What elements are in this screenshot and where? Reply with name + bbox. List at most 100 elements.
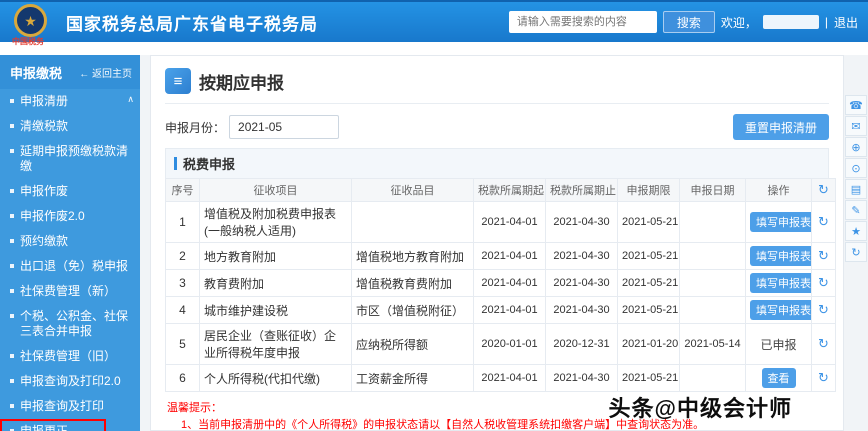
back-home-link[interactable]: ← 返回主页 — [79, 65, 132, 80]
dock-icon-4[interactable]: ⊙ — [845, 158, 867, 178]
bullet-icon — [10, 124, 14, 128]
cell-period-start: 2021-04-01 — [473, 269, 546, 297]
cell-item: 应纳税所得额 — [351, 323, 474, 365]
sidebar-item[interactable]: 个税、公积金、社保三表合并申报 — [0, 304, 140, 344]
refresh-icon[interactable]: ↻ — [818, 336, 829, 351]
cell-period-start: 2021-04-01 — [473, 201, 546, 243]
dock-icon-glyph: ✎ — [851, 204, 861, 217]
header-right: 搜索 欢迎， | 退出 — [508, 11, 858, 33]
cell-seq: 3 — [165, 269, 200, 297]
table-row: 4 城市维护建设税 市区（增值税附征） 2021-04-01 2021-04-3… — [165, 296, 836, 324]
bullet-icon — [10, 289, 14, 293]
dock-icon-1[interactable]: ☎ — [845, 95, 867, 115]
dock-icon-glyph: ⊙ — [851, 162, 861, 175]
sidebar-item-declaration-correction[interactable]: 申报更正 — [0, 419, 106, 431]
table-row: 6 个人所得税(代扣代缴) 工资薪金所得 2021-04-01 2021-04-… — [165, 364, 836, 392]
dock-icon-5[interactable]: ▤ — [845, 179, 867, 199]
sidebar-item[interactable]: 预约缴款 — [0, 229, 140, 254]
month-input[interactable] — [229, 115, 340, 139]
cell-project: 增值税及附加税费申报表(一般纳税人适用) — [199, 201, 352, 243]
fill-declaration-button[interactable]: 填写申报表 — [750, 273, 811, 293]
sidebar-item-label: 清缴税款 — [20, 119, 69, 133]
sidebar-item[interactable]: 申报查询及打印 — [0, 394, 140, 419]
col-item: 征收品目 — [351, 178, 474, 202]
refresh-icon[interactable]: ↻ — [818, 214, 829, 229]
fill-declaration-button[interactable]: 填写申报表 — [750, 212, 811, 232]
tax-declaration-table: 序号 征收项目 征收品目 税款所属期起 税款所属期止 申报期限 申报日期 操作 … — [165, 178, 836, 392]
watermark-text: 头条@中级会计师 — [608, 396, 792, 421]
col-declare-date: 申报日期 — [679, 178, 746, 202]
sidebar-title: 申报缴税 — [10, 66, 63, 81]
welcome-label: 欢迎， — [720, 15, 757, 30]
col-project: 征收项目 — [199, 178, 352, 202]
sidebar-item-label: 申报查询及打印 — [20, 399, 105, 413]
tax-section-header: 税费申报 — [165, 148, 829, 178]
sidebar-item[interactable]: 申报清册 ∧ — [0, 89, 140, 114]
logo-area: ★ 中国税务 — [10, 1, 56, 46]
back-home-label: 返回主页 — [92, 69, 132, 80]
sidebar-item[interactable]: 社保费管理（新） — [0, 279, 140, 304]
search-button[interactable]: 搜索 — [662, 11, 715, 33]
cell-project: 个人所得税(代扣代缴) — [199, 364, 352, 392]
col-period-end: 税款所属期止 — [545, 178, 618, 202]
cell-item: 增值税地方教育附加 — [351, 242, 474, 270]
view-button[interactable]: 查看 — [761, 368, 796, 388]
cell-project: 城市维护建设税 — [199, 296, 352, 324]
refresh-icon[interactable]: ↻ — [818, 302, 829, 317]
search-input[interactable] — [508, 11, 657, 33]
report-icon: ≡ — [165, 68, 191, 94]
sidebar-item-label: 申报查询及打印2.0 — [20, 374, 121, 388]
month-label: 申报月份： — [165, 120, 226, 135]
col-period-start: 税款所属期起 — [473, 178, 546, 202]
logout-link[interactable]: 退出 — [834, 14, 858, 31]
cell-period-end: 2021-04-30 — [545, 201, 618, 243]
cell-declare-date — [679, 201, 746, 243]
sidebar-item-label: 个税、公积金、社保三表合并申报 — [20, 309, 129, 338]
sidebar-item-label: 申报清册 — [20, 94, 69, 108]
redacted-username — [762, 15, 819, 29]
cell-period-start: 2021-04-01 — [473, 242, 546, 270]
cell-declare-date — [679, 296, 746, 324]
refresh-icon[interactable]: ↻ — [818, 248, 829, 263]
sidebar-item[interactable]: 申报作废2.0 — [0, 204, 140, 229]
sidebar-item-label: 申报作废 — [20, 184, 69, 198]
bullet-icon — [10, 379, 14, 383]
fill-declaration-button[interactable]: 填写申报表 — [750, 300, 811, 320]
dock-icon-8[interactable]: ↻ — [845, 242, 867, 262]
sidebar-item[interactable]: 申报查询及打印2.0 — [0, 369, 140, 394]
logo-caption: 中国税务 — [12, 37, 44, 46]
dock-icon-2[interactable]: ✉ — [845, 116, 867, 136]
cell-period-end: 2021-04-30 — [545, 364, 618, 392]
sidebar-item[interactable]: 出口退（免）税申报 — [0, 254, 140, 279]
sidebar-item-label: 申报作废2.0 — [20, 209, 85, 223]
dock-icon-3[interactable]: ⊕ — [845, 137, 867, 157]
dock-icon-glyph: ↻ — [851, 246, 861, 259]
cell-period-end: 2020-12-31 — [545, 323, 618, 365]
sidebar-item[interactable]: 申报作废 — [0, 179, 140, 204]
cell-declare-date — [679, 242, 746, 270]
top-header: ★ 中国税务 国家税务总局广东省电子税务局 搜索 欢迎， | 退出 — [0, 0, 868, 46]
bullet-icon — [10, 189, 14, 193]
sidebar-menu: 申报清册 ∧ 清缴税款 延期申报预缴税款清缴 申报作废 申报作废2.0 预约缴款 … — [0, 89, 140, 431]
cell-item — [351, 201, 474, 243]
reset-declaration-button[interactable]: 重置申报清册 — [732, 114, 829, 140]
sidebar-item-label: 社保费管理（新） — [20, 284, 117, 298]
sidebar-item[interactable]: 清缴税款 — [0, 114, 140, 139]
cell-project: 地方教育附加 — [199, 242, 352, 270]
sidebar-item[interactable]: 社保费管理（旧） — [0, 344, 140, 369]
section-tick-icon — [174, 157, 177, 170]
dock-icon-6[interactable]: ✎ — [845, 200, 867, 220]
cell-declare-date — [679, 364, 746, 392]
page-title: 按期应申报 — [199, 73, 284, 93]
sidebar-item[interactable]: 延期申报预缴税款清缴 — [0, 139, 140, 179]
refresh-icon[interactable]: ↻ — [818, 370, 829, 385]
cell-period-start: 2021-04-01 — [473, 364, 546, 392]
sidebar: 申报缴税 ← 返回主页 申报清册 ∧ 清缴税款 延期申报预缴税款清缴 申报作废 申… — [0, 55, 140, 431]
content-card: ≡ 按期应申报 申报月份： 重置申报清册 税费申报 序号 征收项 — [150, 55, 844, 431]
dock-icon-7[interactable]: ★ — [845, 221, 867, 241]
refresh-icon[interactable]: ↻ — [818, 182, 829, 197]
bullet-icon — [10, 99, 14, 103]
bullet-icon — [10, 264, 14, 268]
refresh-icon[interactable]: ↻ — [818, 275, 829, 290]
fill-declaration-button[interactable]: 填写申报表 — [750, 246, 811, 266]
